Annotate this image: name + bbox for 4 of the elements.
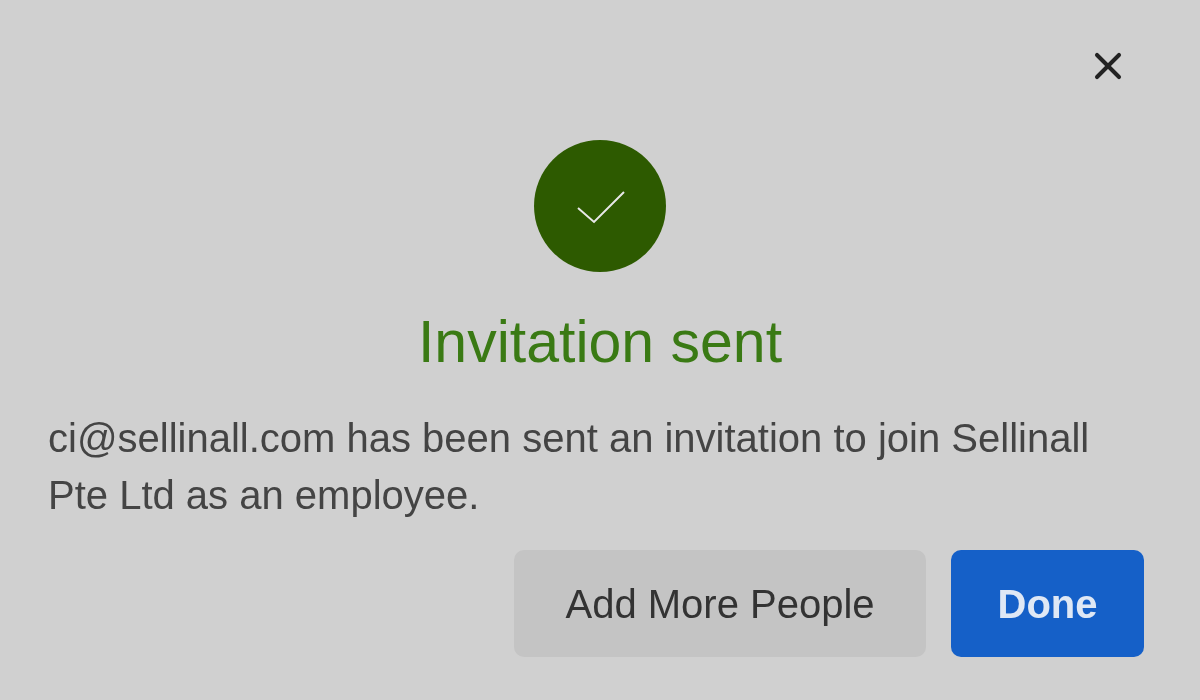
dialog-message: ci@sellinall.com has been sent an invitation to join Sellinall Pte Ltd as an employee. xyxy=(48,415,1091,519)
add-people-button[interactable]: Add More People xyxy=(514,550,926,657)
done-button[interactable]: Done xyxy=(951,550,1144,657)
dialog-title: Invitation sent xyxy=(417,312,783,372)
